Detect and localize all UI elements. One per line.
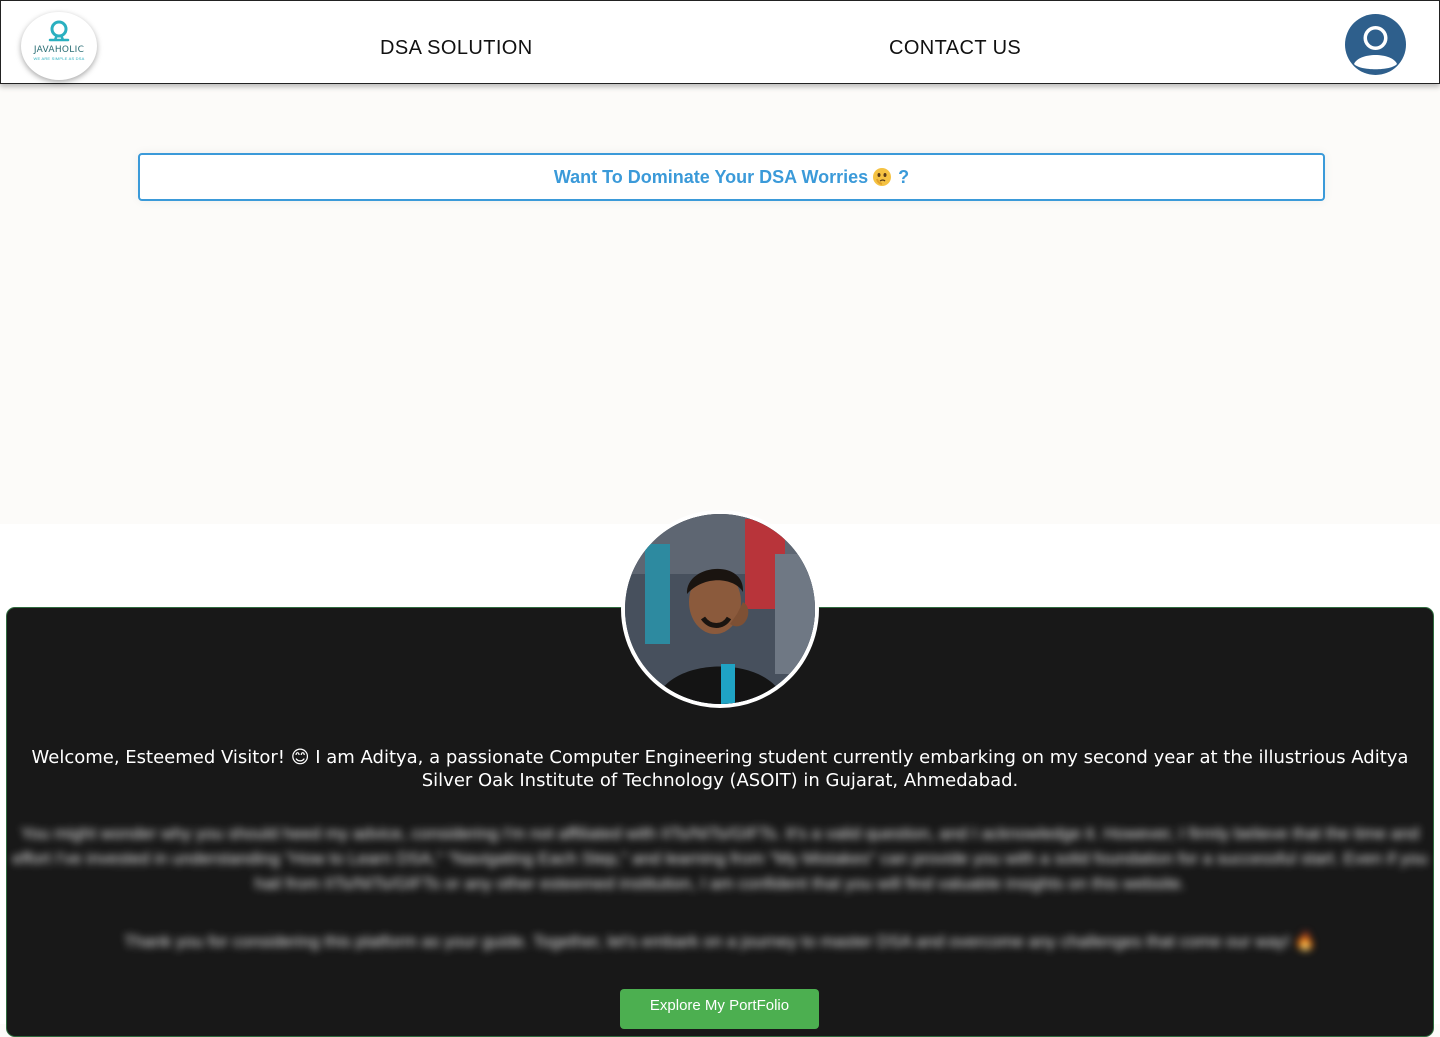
thinking-face-icon xyxy=(873,168,892,186)
navbar: JAVAHOLIC WE ARE SIMPLE AS DSA DSA SOLUT… xyxy=(0,0,1440,84)
brand-logo[interactable]: JAVAHOLIC WE ARE SIMPLE AS DSA xyxy=(21,12,97,80)
javaholic-logo-icon xyxy=(48,20,70,42)
brand-name: JAVAHOLIC xyxy=(33,45,85,55)
explore-portfolio-button[interactable]: Explore My PortFolio xyxy=(620,989,819,1029)
hero-button-label: Want To Dominate Your DSA Worries xyxy=(553,166,869,187)
intro-paragraph: You might wonder why you should heed my … xyxy=(12,824,1428,893)
profile-photo xyxy=(621,510,819,708)
brand-tagline: WE ARE SIMPLE AS DSA xyxy=(33,56,85,61)
user-avatar-icon[interactable] xyxy=(1345,14,1406,75)
hero-button-suffix: ? xyxy=(898,166,910,187)
nav-contact-us[interactable]: CONTACT US xyxy=(889,37,1021,60)
thanks-text: Thank you for considering this platform … xyxy=(123,932,1317,951)
nav-dsa-solution[interactable]: DSA SOLUTION xyxy=(380,37,533,60)
profile-portrait-image xyxy=(625,514,815,704)
dominate-dsa-button[interactable]: Want To Dominate Your DSA Worries ? xyxy=(138,153,1325,201)
welcome-text: Welcome, Esteemed Visitor! 😊 I am Aditya… xyxy=(31,747,1409,791)
